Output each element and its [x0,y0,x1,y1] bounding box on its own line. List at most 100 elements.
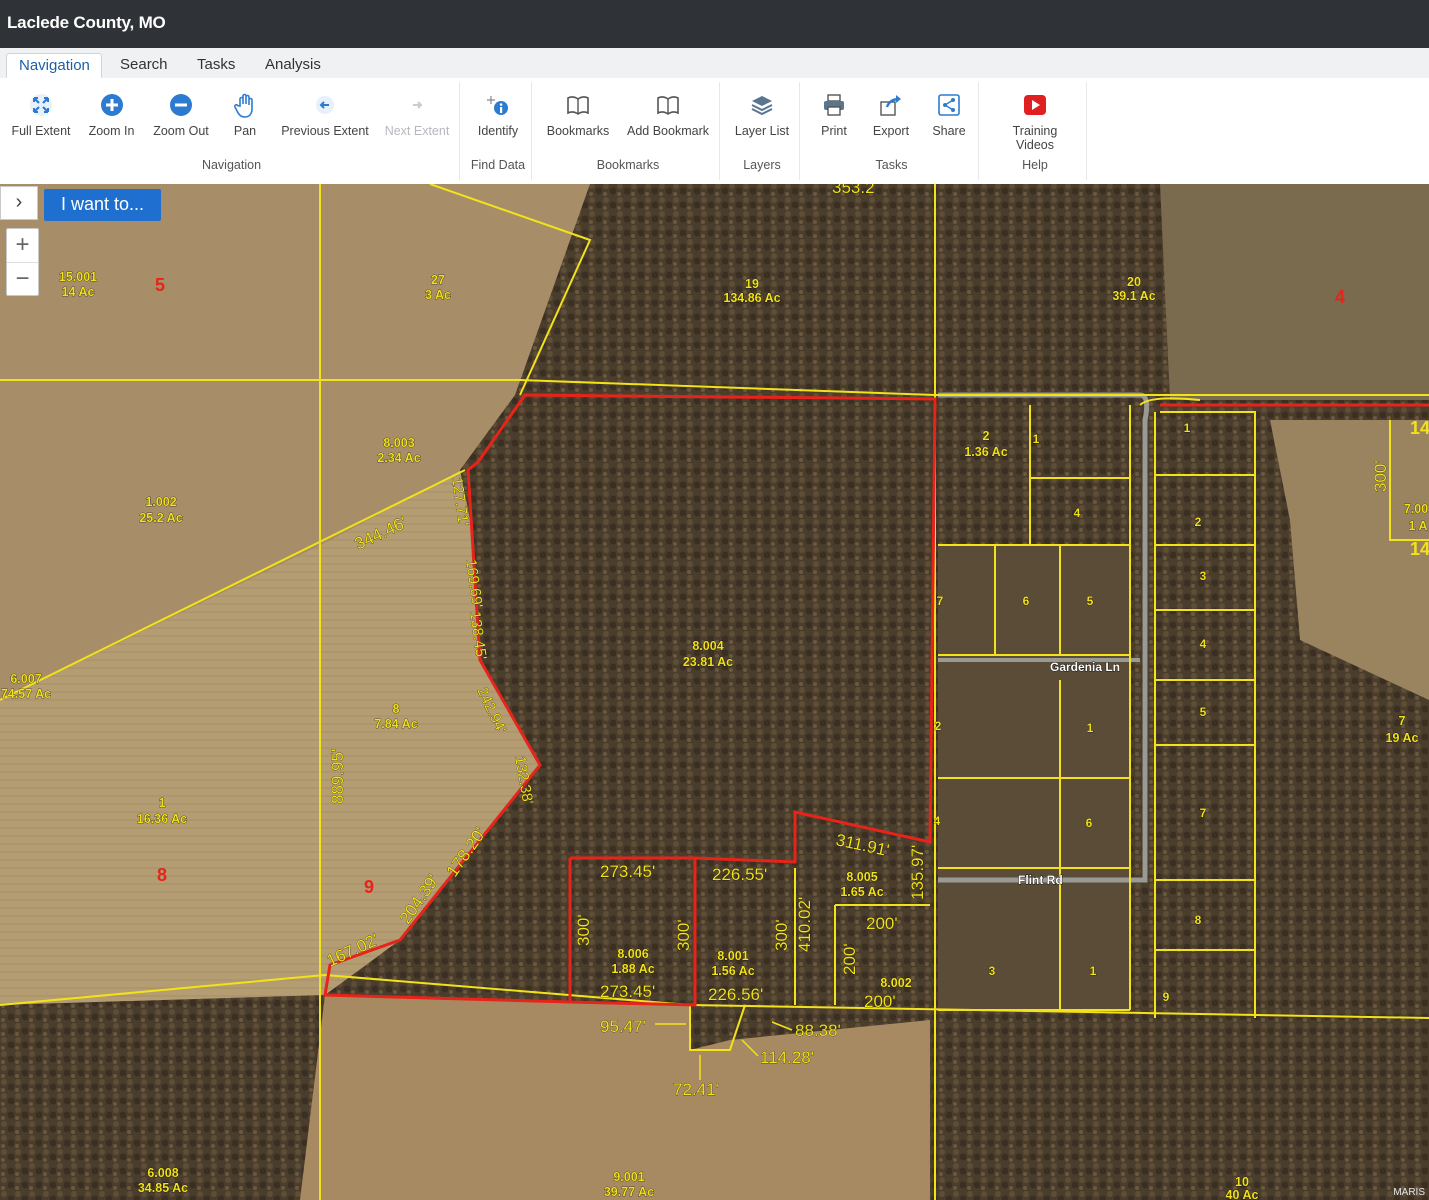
parcel-id: 19 [745,277,759,291]
zoom-in-icon [100,94,123,116]
parcel-id: 27 [431,273,445,287]
group-find-data-label: Find Data [470,158,526,172]
pan-button[interactable]: Pan [226,92,264,138]
parcel-id: 1 [159,796,166,810]
section-number: 8 [157,865,167,885]
map-zoom-in-button[interactable]: + [7,229,38,263]
section-number: 4 [1335,287,1345,307]
parcel-id: 8.004 [692,639,723,653]
export-icon [880,95,901,116]
parcel-id: 1.002 [145,495,176,509]
arrow-right-icon [413,101,423,109]
tab-navigation[interactable]: Navigation [6,53,102,78]
group-bookmarks-label: Bookmarks [596,158,660,172]
parcel-acres: 39.77 Ac [604,1185,654,1199]
export-button[interactable]: Export [869,92,913,138]
dimension-label: 273.45' [600,862,655,881]
group-navigation: Full Extent Zoom In Zoom Out Pan Previou… [4,82,460,180]
share-button[interactable]: Share [929,92,969,138]
lot-number: 1 [1087,721,1094,735]
parcel-id: 9.001 [613,1170,644,1184]
full-extent-label: Full Extent [11,124,71,138]
parcel-acres: 3 Ac [425,288,451,302]
dimension-label: 889.95' [328,749,347,804]
dimension-label: 226.56' [708,985,763,1004]
full-extent-icon [30,94,52,116]
parcel-acres: 1.36 Ac [964,445,1007,459]
parcel-id: 20 [1127,275,1141,289]
parcel-id: 8.006 [617,947,648,961]
hand-icon [234,93,253,118]
zoom-in-label: Zoom In [88,124,135,138]
bookmarks-label: Bookmarks [546,124,610,138]
group-layers-label: Layers [743,158,781,172]
dimension-label: 226.55' [712,865,767,884]
parcel-acres: 40 Ac [1226,1188,1259,1200]
dimension-label: 273.45' [600,982,655,1001]
export-label: Export [872,124,910,138]
parcel-id: 8 [393,702,400,716]
full-extent-button[interactable]: Full Extent [10,92,72,138]
group-navigation-label: Navigation [201,158,262,172]
parcel-acres: 16.36 Ac [137,812,187,826]
training-videos-label: Training Videos [1012,124,1058,152]
road-label: Gardenia Ln [1050,660,1120,674]
lot-number: 2 [935,719,942,733]
watermark: MARIS [1393,1187,1425,1198]
group-help-label: Help [1022,158,1048,172]
zoom-out-button[interactable]: Zoom Out [150,92,212,138]
dimension-label: 88.38' [795,1021,841,1040]
lot-number: 5 [1200,705,1207,719]
i-want-to-button[interactable]: I want to... [44,189,161,221]
bookmarks-button[interactable]: Bookmarks [545,92,611,138]
share-label: Share [932,124,966,138]
lot-number: 1 [1184,421,1191,435]
lot-number: 7 [937,594,944,608]
parcel-acres: 134.86 Ac [723,291,780,305]
parcel-acres: 39.1 Ac [1112,289,1155,303]
parcel-acres: 1.88 Ac [611,962,654,976]
identify-icon [487,96,508,115]
zoom-in-button[interactable]: Zoom In [84,92,139,138]
lot-number: 3 [1200,569,1207,583]
map-zoom-control: + − [6,228,39,296]
layer-list-button[interactable]: Layer List [733,92,791,138]
dimension-label: 114.28' [760,1048,814,1067]
previous-extent-button[interactable]: Previous Extent [278,92,372,138]
previous-extent-label: Previous Extent [281,124,369,138]
dimension-label: 95.47' [600,1017,646,1036]
parcel-acres: 25.2 Ac [139,511,182,525]
parcel-id: 15.001 [59,270,97,284]
tab-search[interactable]: Search [108,53,180,78]
parcel-id: 6.007 [10,672,41,686]
map-canvas[interactable]: 15.001 14 Ac 27 3 Ac 19 134.86 Ac 20 39.… [0,184,1429,1200]
layer-list-label: Layer List [734,124,790,138]
panel-toggle-button[interactable]: › [0,186,38,220]
parcel-id: 8.002 [880,976,911,990]
lot-number: 5 [1087,594,1094,608]
parcel-acres: 2.34 Ac [377,451,420,465]
parcel-id: 7.00 [1404,502,1428,516]
map-zoom-out-button[interactable]: − [7,263,38,296]
parcel-id: 10 [1235,1175,1249,1189]
parcel-acres: 7.84 Ac [374,717,417,731]
add-bookmark-button[interactable]: Add Bookmark [625,92,711,138]
next-extent-button[interactable]: Next Extent [382,92,452,138]
lot-number: 1 [1090,964,1097,978]
lot-number: 3 [989,964,996,978]
dimension-label: 200' [840,943,859,975]
tab-analysis[interactable]: Analysis [253,53,333,78]
tab-tasks[interactable]: Tasks [185,53,247,78]
map-view[interactable]: 15.001 14 Ac 27 3 Ac 19 134.86 Ac 20 39.… [0,184,1429,1200]
dimension-label: 200' [864,992,896,1011]
parcel-acres: 23.81 Ac [683,655,733,669]
lot-number: 9 [1163,990,1170,1004]
print-button[interactable]: Print [815,92,853,138]
training-videos-button[interactable]: Training Videos [992,92,1078,152]
next-extent-label: Next Extent [384,124,450,138]
identify-button[interactable]: Identify [471,92,525,138]
add-bookmark-label: Add Bookmark [627,124,709,138]
toolbar-ribbon: Full Extent Zoom In Zoom Out Pan Previou… [0,78,1429,185]
parcel-id: 2 [983,429,990,443]
section-number: 5 [155,275,165,295]
